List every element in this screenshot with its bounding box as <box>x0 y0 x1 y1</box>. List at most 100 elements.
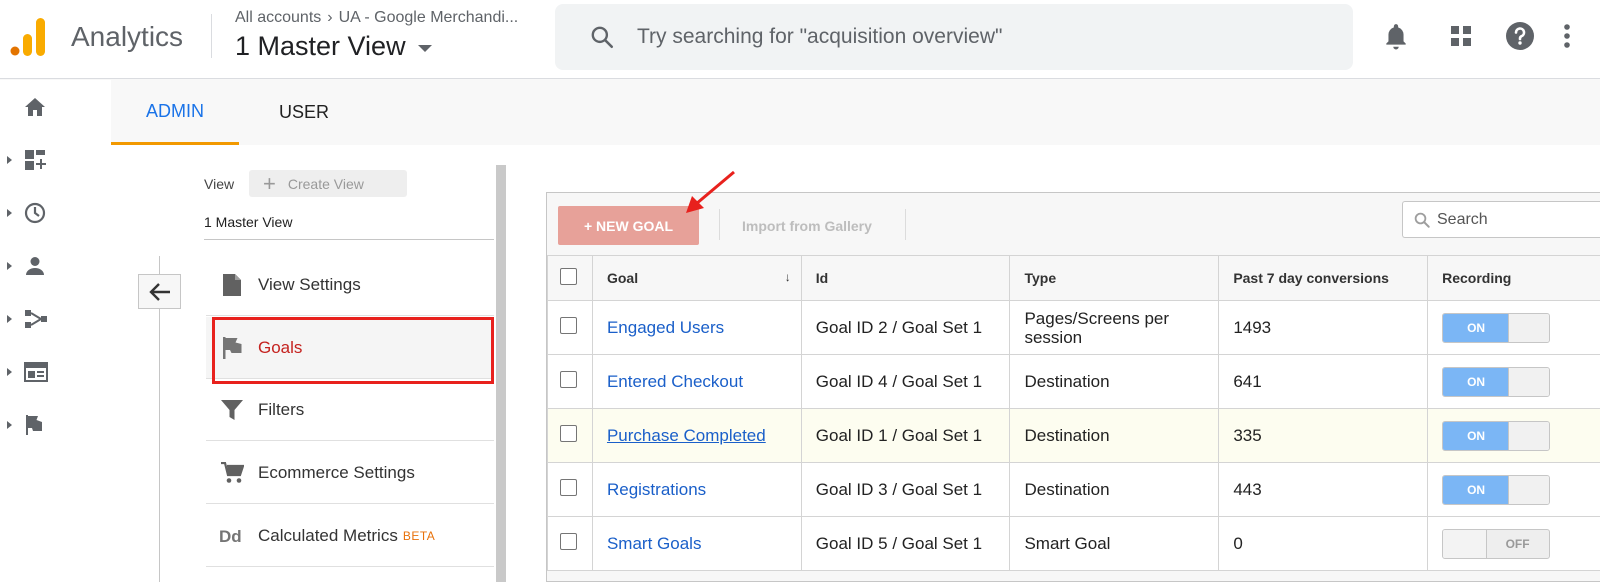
select-all-checkbox[interactable] <box>560 268 577 285</box>
notifications-icon[interactable] <box>1380 20 1412 52</box>
behavior-icon <box>24 362 48 382</box>
sort-arrow-icon: ↓ <box>784 270 791 284</box>
menu-item-calculated-metrics[interactable]: Dd Calculated Metrics BETA <box>206 505 494 567</box>
recording-toggle[interactable]: ON <box>1442 474 1551 505</box>
table-row: Purchase Completed Goal ID 1 / Goal Set … <box>547 408 1600 463</box>
nav-realtime[interactable] <box>0 191 111 235</box>
goal-id-cell: Goal ID 5 / Goal Set 1 <box>800 516 1011 571</box>
column-connector-line <box>159 309 160 582</box>
goals-panel: + NEW GOAL Import from Gallery Goal ↓ Id … <box>546 192 1600 582</box>
expand-arrow-icon <box>7 262 12 270</box>
help-icon[interactable] <box>1504 20 1536 52</box>
row-checkbox[interactable] <box>560 370 577 388</box>
toggle-knob <box>1508 475 1550 504</box>
column-header-conversions[interactable]: Past 7 day conversions <box>1218 255 1429 301</box>
goal-link[interactable]: Entered Checkout <box>607 372 743 391</box>
goal-id-cell: Goal ID 2 / Goal Set 1 <box>800 300 1011 355</box>
back-button[interactable] <box>138 274 181 309</box>
menu-item-label: Goals <box>258 337 303 357</box>
nav-conversions[interactable] <box>0 403 111 447</box>
tab-admin[interactable]: ADMIN <box>111 80 239 145</box>
goal-conversions-cell: 335 <box>1218 408 1429 463</box>
goal-id-cell: Goal ID 1 / Goal Set 1 <box>800 408 1011 463</box>
create-view-button[interactable]: + Create View <box>249 170 407 197</box>
nav-audience[interactable] <box>0 244 111 288</box>
menu-item-view-settings[interactable]: View Settings <box>206 254 494 316</box>
nav-home[interactable] <box>0 85 111 129</box>
breadcrumb-accounts[interactable]: All accounts <box>235 9 321 26</box>
expand-arrow-icon <box>7 421 12 429</box>
filter-icon <box>206 398 258 422</box>
menu-item-label: Filters <box>258 399 305 419</box>
goals-toolbar: + NEW GOAL Import from Gallery <box>547 193 1600 255</box>
row-checkbox-cell <box>547 462 593 517</box>
row-checkbox[interactable] <box>560 424 577 442</box>
row-checkbox[interactable] <box>560 532 577 550</box>
recording-toggle[interactable]: OFF <box>1442 528 1551 559</box>
selected-view-name[interactable]: 1 Master View <box>204 214 292 230</box>
goal-link[interactable]: Engaged Users <box>607 318 724 337</box>
search-icon <box>591 26 614 49</box>
nav-customization[interactable] <box>0 138 111 182</box>
goal-type-cell: Pages/Screens per session <box>1009 300 1220 355</box>
view-column-label: View <box>204 176 235 192</box>
toggle-on-label: ON <box>1443 313 1510 342</box>
column-scrollbar[interactable] <box>496 165 506 582</box>
breadcrumb-property[interactable]: UA - Google Merchandi... <box>339 9 519 26</box>
global-search-input[interactable] <box>637 25 1317 49</box>
realtime-icon <box>24 202 46 224</box>
audience-icon <box>26 257 44 275</box>
analytics-logo-icon[interactable] <box>10 16 46 56</box>
view-selector[interactable]: 1 Master View <box>235 31 432 62</box>
goals-search[interactable] <box>1402 201 1600 238</box>
column-header-recording[interactable]: Recording <box>1427 255 1600 301</box>
row-checkbox-cell <box>547 408 593 463</box>
beta-badge: BETA <box>402 528 436 543</box>
acquisition-icon <box>25 310 47 328</box>
goal-link[interactable]: Smart Goals <box>607 534 701 553</box>
nav-behavior[interactable] <box>0 350 111 394</box>
home-icon <box>25 98 45 116</box>
apps-grid-icon[interactable] <box>1445 20 1477 52</box>
toggle-knob <box>1508 367 1550 396</box>
column-header-type[interactable]: Type <box>1009 255 1220 301</box>
more-vert-icon[interactable] <box>1559 20 1575 52</box>
new-goal-button[interactable]: + NEW GOAL <box>558 206 699 245</box>
menu-item-filters[interactable]: Filters <box>206 379 494 441</box>
column-header-id[interactable]: Id <box>800 255 1011 301</box>
recording-toggle[interactable]: ON <box>1442 420 1551 451</box>
breadcrumb-separator: › <box>327 9 333 26</box>
import-from-gallery-button[interactable]: Import from Gallery <box>742 206 872 245</box>
menu-item-ecommerce-settings[interactable]: Ecommerce Settings <box>206 442 494 504</box>
view-name-underline <box>204 239 494 240</box>
global-search[interactable] <box>555 4 1353 70</box>
menu-item-goals[interactable]: Goals <box>206 317 494 379</box>
toolbar-divider <box>905 209 906 240</box>
recording-toggle[interactable]: ON <box>1442 312 1551 343</box>
nav-acquisition[interactable] <box>0 297 111 341</box>
table-row: Engaged Users Goal ID 2 / Goal Set 1 Pag… <box>547 300 1600 355</box>
top-bar: Analytics All accounts › UA - Google Merch… <box>0 0 1600 79</box>
tab-user[interactable]: USER <box>239 80 369 145</box>
toggle-on-label: ON <box>1443 475 1510 504</box>
row-checkbox-cell <box>547 516 593 571</box>
left-nav <box>0 80 111 582</box>
goals-search-input[interactable] <box>1437 210 1597 229</box>
row-checkbox[interactable] <box>560 316 577 334</box>
app-name: Analytics <box>71 21 184 52</box>
goal-type-cell: Destination <box>1009 462 1220 517</box>
plus-icon: + <box>263 170 276 196</box>
goal-link[interactable]: Registrations <box>607 480 706 499</box>
select-all-cell <box>547 255 593 301</box>
goal-link[interactable]: Purchase Completed <box>607 426 766 445</box>
menu-item-label: Ecommerce Settings <box>258 462 415 482</box>
goal-name-cell: Purchase Completed <box>591 408 802 463</box>
recording-toggle[interactable]: ON <box>1442 366 1551 397</box>
column-header-goal[interactable]: Goal ↓ <box>591 255 802 301</box>
row-checkbox-cell <box>547 300 593 355</box>
goal-name-cell: Engaged Users <box>591 300 802 355</box>
column-header-label: Goal <box>606 270 639 286</box>
breadcrumb[interactable]: All accounts › UA - Google Merchandi... <box>235 9 518 27</box>
row-checkbox[interactable] <box>560 478 577 496</box>
admin-user-tabs: ADMIN USER <box>111 80 1600 145</box>
